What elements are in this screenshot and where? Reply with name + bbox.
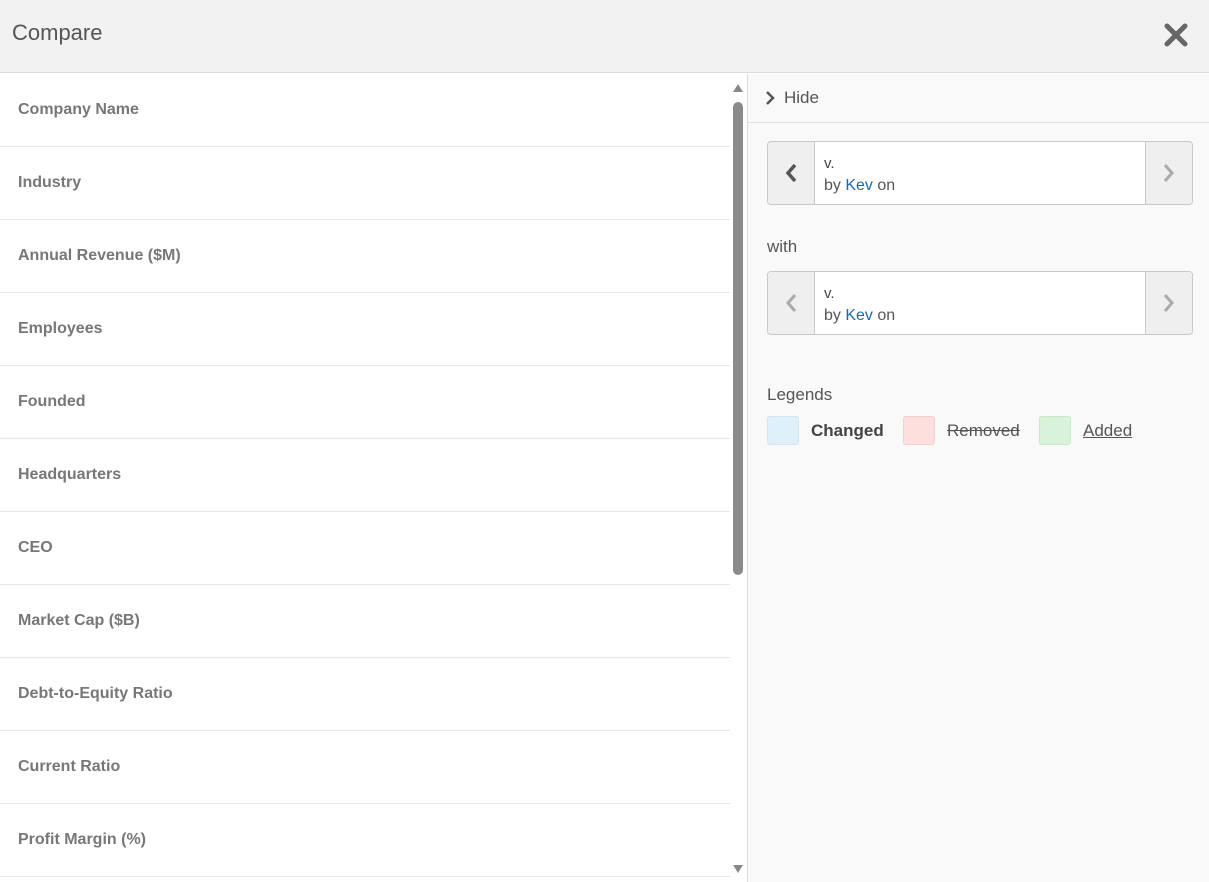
next-version-button[interactable] [1145,142,1192,204]
field-label: Annual Revenue ($M) [18,247,181,264]
field-row[interactable]: Profit Margin (%) [0,804,730,877]
field-label: Employees [18,320,103,337]
field-row[interactable]: Industry [0,147,730,220]
dialog-title: Compare [12,20,103,45]
with-label: with [767,237,798,256]
legend-label: Removed [947,420,1020,440]
field-row[interactable]: Current Ratio [0,731,730,804]
by-label: by [824,307,841,324]
to-version-selector: v. by Kev on [767,271,1193,335]
by-label: by [824,177,841,194]
field-label: Debt-to-Equity Ratio [18,685,173,702]
previous-version-button[interactable] [768,272,815,334]
added-swatch [1039,416,1071,445]
hide-toggle[interactable]: Hide [748,74,1209,123]
from-version-selector: v. by Kev on [767,141,1193,205]
field-label: Company Name [18,101,139,118]
field-row[interactable]: Employees [0,293,730,366]
chevron-right-icon [766,91,775,105]
previous-version-button[interactable] [768,142,815,204]
legend-label: Changed [811,420,884,440]
compare-sidebar: Hide v. by Kev on with v. by Kev on Lege… [747,74,1209,882]
field-label: Headquarters [18,466,122,483]
legends-heading: Legends [767,385,833,404]
field-row[interactable]: Headquarters [0,439,730,512]
legend-label: Added [1083,420,1133,440]
removed-swatch [903,416,935,445]
version-number: v. [824,155,835,172]
chevron-left-icon [785,163,797,183]
chevron-right-icon [1163,164,1174,182]
on-label: on [877,177,896,194]
field-label: Industry [18,174,82,191]
field-label: Market Cap ($B) [18,612,140,629]
scroll-up-arrow-icon[interactable] [733,84,743,92]
author-link[interactable]: Kev [845,177,873,194]
version-info: v. by Kev on [824,153,895,197]
legend-changed: Changed [767,416,884,445]
field-row[interactable]: Annual Revenue ($M) [0,220,730,293]
version-info: v. by Kev on [824,283,895,327]
hide-label: Hide [784,88,819,107]
close-icon[interactable] [1163,22,1189,48]
chevron-right-icon [1163,294,1174,312]
on-label: on [877,307,896,324]
field-row[interactable]: Founded [0,366,730,439]
version-number: v. [824,285,835,302]
field-label: CEO [18,539,53,556]
field-row[interactable]: Debt-to-Equity Ratio [0,658,730,731]
field-list: Company Name Industry Annual Revenue ($M… [0,74,730,882]
legend-added: Added [1039,416,1132,445]
changed-swatch [767,416,799,445]
chevron-left-icon [786,294,797,312]
field-label: Founded [18,393,86,410]
field-row[interactable]: CEO [0,512,730,585]
dialog-header: Compare [0,0,1209,73]
field-label: Profit Margin (%) [18,831,146,848]
field-row[interactable]: Company Name [0,74,730,147]
field-label: Current Ratio [18,758,121,775]
field-row[interactable]: Market Cap ($B) [0,585,730,658]
scroll-down-arrow-icon[interactable] [733,865,743,873]
vertical-scrollbar[interactable] [730,74,746,882]
legend-removed: Removed [903,416,1020,445]
next-version-button[interactable] [1145,272,1192,334]
scrollbar-thumb[interactable] [733,102,743,575]
author-link[interactable]: Kev [845,307,873,324]
